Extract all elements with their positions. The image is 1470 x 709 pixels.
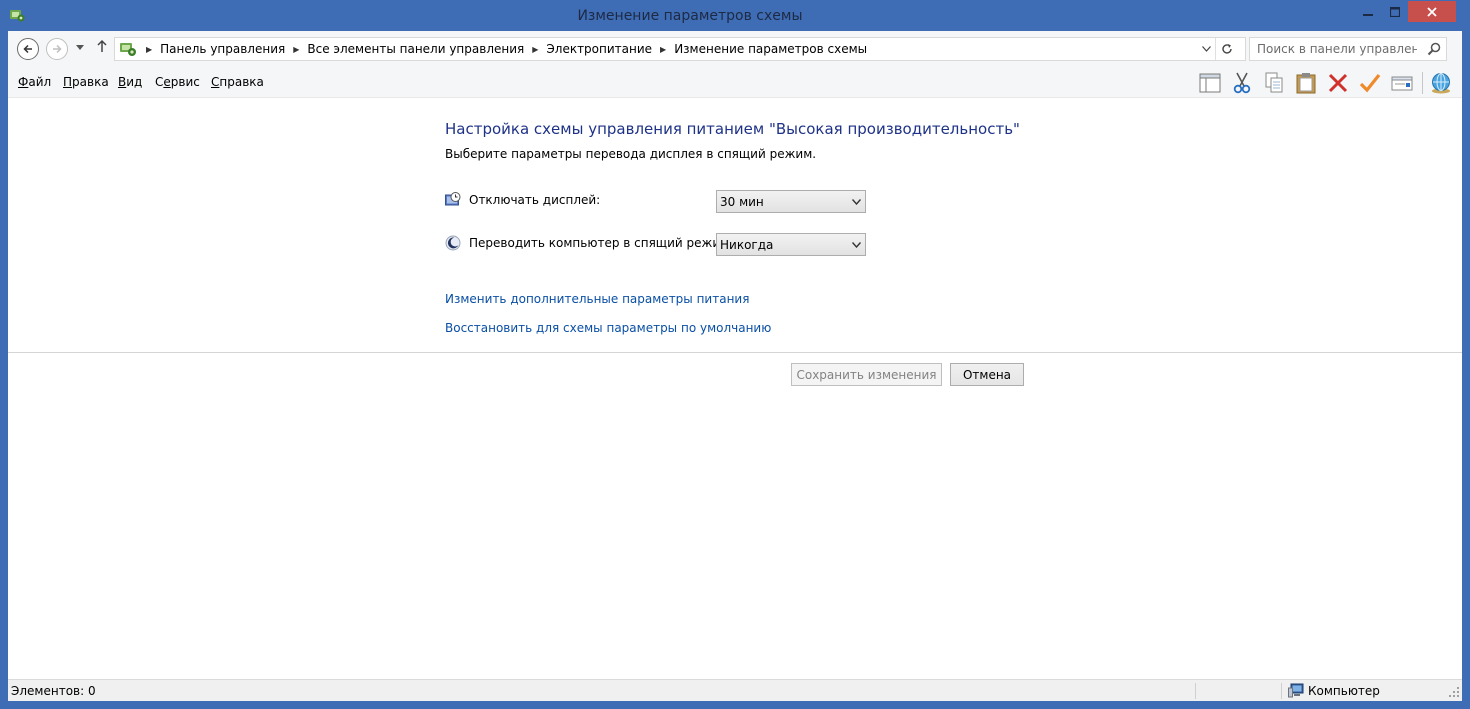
minimize-icon bbox=[1362, 13, 1373, 16]
status-separator bbox=[1195, 683, 1196, 699]
client-area: ▶ Панель управления ▶ Все элементы панел… bbox=[8, 31, 1462, 701]
status-bar: Элементов: 0 Компьютер bbox=[8, 679, 1462, 701]
search-box[interactable] bbox=[1249, 37, 1447, 61]
maximize-button[interactable] bbox=[1381, 1, 1408, 22]
recent-locations-button[interactable] bbox=[74, 41, 86, 55]
breadcrumb-separator-icon[interactable]: ▶ bbox=[293, 45, 299, 54]
address-bar[interactable]: ▶ Панель управления ▶ Все элементы панел… bbox=[114, 37, 1246, 61]
copy-icon bbox=[1265, 72, 1283, 93]
properties-button[interactable] bbox=[1389, 71, 1415, 95]
address-history-dropdown[interactable] bbox=[1197, 38, 1215, 60]
cut-button[interactable] bbox=[1229, 71, 1255, 95]
menu-edit[interactable]: Правка bbox=[63, 75, 109, 89]
window-title: Изменение параметров схемы bbox=[577, 8, 803, 24]
moon-icon bbox=[445, 235, 461, 251]
sleep-value: Никогда bbox=[720, 238, 774, 252]
close-button[interactable] bbox=[1408, 1, 1456, 22]
breadcrumb-control-panel[interactable]: Панель управления bbox=[160, 42, 285, 56]
sleep-row: Переводить компьютер в спящий режим: Ник… bbox=[445, 233, 870, 256]
paste-button[interactable] bbox=[1293, 71, 1319, 95]
delete-icon bbox=[1328, 73, 1348, 93]
paste-icon bbox=[1296, 73, 1316, 94]
computer-icon bbox=[1288, 683, 1304, 698]
status-separator bbox=[1281, 683, 1282, 699]
divider bbox=[8, 352, 1462, 353]
menu-bar: Файл Правка Вид Сервис Справка bbox=[8, 67, 1462, 98]
title-bar[interactable]: Изменение параметров схемы bbox=[0, 0, 1470, 31]
search-input[interactable] bbox=[1257, 42, 1417, 56]
search-icon[interactable] bbox=[1427, 42, 1441, 56]
breadcrumb-edit-plan[interactable]: Изменение параметров схемы bbox=[674, 42, 867, 56]
menu-file[interactable]: Файл bbox=[18, 75, 51, 89]
breadcrumb-all-items[interactable]: Все элементы панели управления bbox=[307, 42, 524, 56]
apply-button[interactable] bbox=[1357, 71, 1383, 95]
display-off-row: Отключать дисплей: 30 мин bbox=[445, 190, 870, 213]
arrow-up-icon bbox=[97, 39, 107, 52]
control-panel-icon bbox=[120, 43, 136, 56]
chevron-down-icon bbox=[76, 45, 84, 50]
resize-grip-icon[interactable] bbox=[1448, 686, 1460, 698]
back-button[interactable] bbox=[17, 38, 39, 60]
breadcrumb-separator-icon[interactable]: ▶ bbox=[146, 45, 152, 54]
refresh-button[interactable] bbox=[1215, 38, 1237, 60]
menu-view[interactable]: Вид bbox=[118, 75, 142, 89]
delete-button[interactable] bbox=[1325, 71, 1351, 95]
display-off-label: Отключать дисплей: bbox=[469, 193, 601, 207]
menu-help[interactable]: Справка bbox=[211, 75, 264, 89]
location-zone: Компьютер bbox=[1308, 684, 1380, 698]
menu-tools[interactable]: Сервис bbox=[155, 75, 200, 89]
window: Изменение параметров схемы ▶ Панель упра… bbox=[0, 0, 1470, 709]
page-subtitle: Выберите параметры перевода дисплея в сп… bbox=[445, 147, 817, 161]
advanced-settings-link[interactable]: Изменить дополнительные параметры питани… bbox=[445, 292, 749, 306]
layout-icon bbox=[1199, 73, 1221, 93]
maximize-icon bbox=[1389, 6, 1400, 17]
arrow-right-icon bbox=[53, 44, 62, 54]
globe-icon bbox=[1432, 73, 1450, 94]
arrow-left-icon bbox=[23, 44, 32, 54]
restore-defaults-link[interactable]: Восстановить для схемы параметры по умол… bbox=[445, 321, 771, 335]
cut-icon bbox=[1233, 72, 1251, 94]
copy-button[interactable] bbox=[1261, 71, 1287, 95]
navigation-bar: ▶ Панель управления ▶ Все элементы панел… bbox=[8, 31, 1462, 67]
check-icon bbox=[1359, 74, 1381, 93]
chevron-down-icon bbox=[852, 199, 861, 205]
forward-button[interactable] bbox=[46, 38, 68, 60]
breadcrumb-separator-icon[interactable]: ▶ bbox=[532, 45, 538, 54]
refresh-icon bbox=[1221, 44, 1232, 54]
minimize-button[interactable] bbox=[1354, 1, 1381, 22]
layout-button[interactable] bbox=[1197, 71, 1223, 95]
properties-icon bbox=[1391, 76, 1413, 91]
display-off-value: 30 мин bbox=[720, 195, 764, 209]
chevron-down-icon bbox=[852, 242, 861, 248]
breadcrumb-power-options[interactable]: Электропитание bbox=[546, 42, 652, 56]
up-button[interactable] bbox=[95, 39, 109, 57]
cancel-button[interactable]: Отмена bbox=[950, 363, 1024, 386]
chevron-down-icon bbox=[1201, 46, 1211, 52]
sleep-label: Переводить компьютер в спящий режим: bbox=[469, 236, 734, 250]
item-count: Элементов: 0 bbox=[11, 684, 96, 698]
toolbar-separator bbox=[1422, 72, 1423, 94]
sleep-select[interactable]: Никогда bbox=[716, 233, 866, 256]
internet-button[interactable] bbox=[1428, 71, 1454, 95]
monitor-clock-icon bbox=[445, 192, 461, 206]
page-title: Настройка схемы управления питанием "Выс… bbox=[445, 120, 1020, 138]
display-off-select[interactable]: 30 мин bbox=[716, 190, 866, 213]
breadcrumb-separator-icon[interactable]: ▶ bbox=[660, 45, 666, 54]
save-changes-button[interactable]: Сохранить изменения bbox=[791, 363, 942, 386]
close-icon bbox=[1427, 6, 1437, 17]
